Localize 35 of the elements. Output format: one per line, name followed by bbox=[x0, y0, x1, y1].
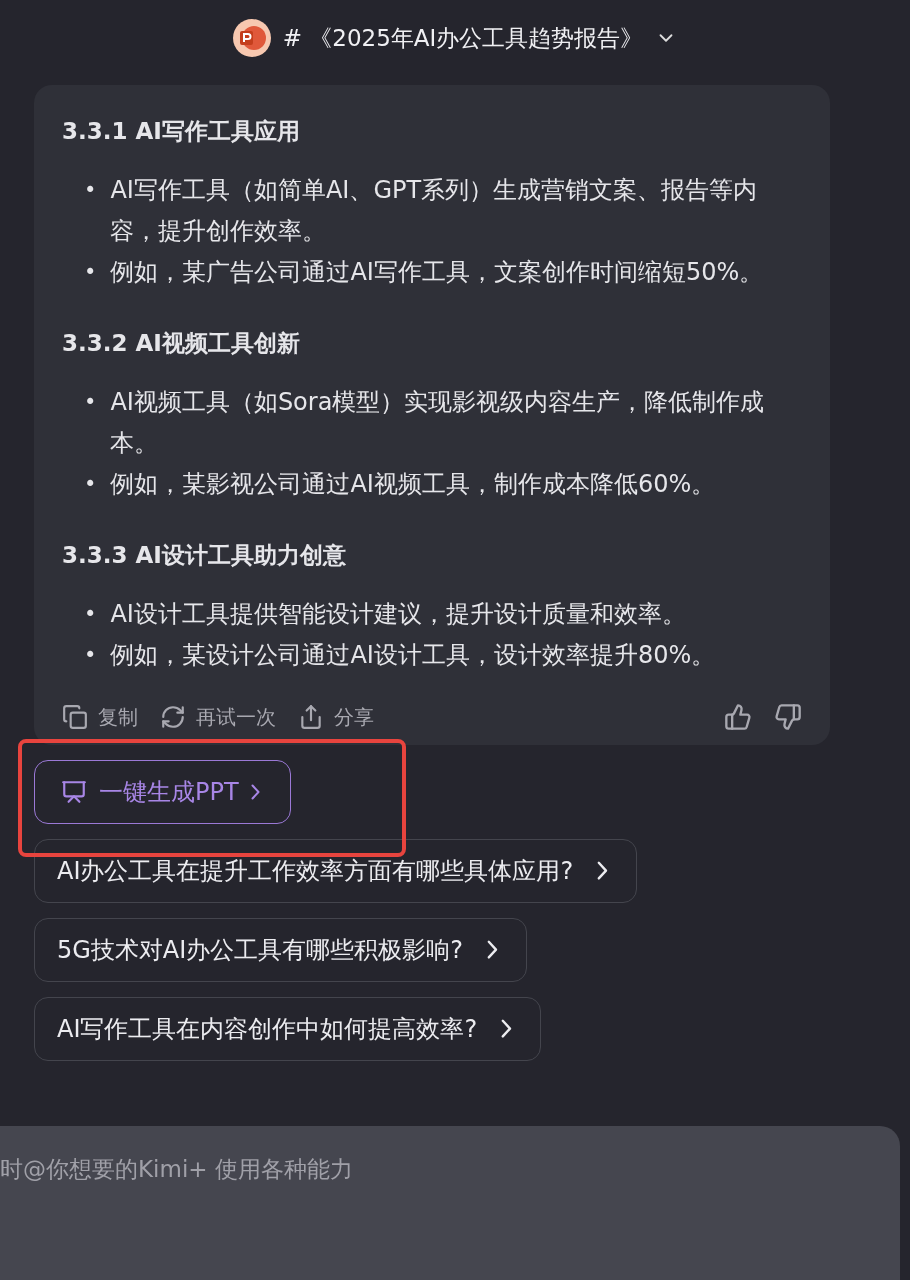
bullet-marker: • bbox=[84, 259, 97, 286]
suggestion-button[interactable]: 5G技术对AI办公工具有哪些积极影响? bbox=[34, 918, 527, 982]
bullet-item: 例如，某广告公司通过AI写作工具，文案创作时间缩短50%。 bbox=[110, 257, 764, 288]
chevron-right-icon bbox=[501, 1019, 513, 1039]
copy-icon bbox=[62, 704, 88, 730]
suggestion-button[interactable]: AI写作工具在内容创作中如何提高效率? bbox=[34, 997, 542, 1061]
retry-icon bbox=[160, 704, 186, 730]
thumbs-down-icon[interactable] bbox=[774, 703, 802, 731]
share-icon bbox=[298, 704, 324, 730]
copy-button[interactable]: 复制 bbox=[62, 703, 138, 731]
presentation-app-icon bbox=[232, 19, 271, 57]
bullet-item: 例如，某影视公司通过AI视频工具，制作成本降低60%。 bbox=[110, 469, 716, 500]
share-button[interactable]: 分享 bbox=[298, 703, 374, 731]
chevron-right-icon bbox=[487, 940, 498, 960]
bullet-item: AI视频工具（如Sora模型）实现影视级内容生产，降低制作成本。 bbox=[110, 387, 766, 459]
retry-button[interactable]: 再试一次 bbox=[160, 703, 276, 731]
thumbs-up-icon[interactable] bbox=[724, 703, 752, 731]
bullet-item: 例如，某设计公司通过AI设计工具，设计效率提升80%。 bbox=[110, 640, 716, 671]
bullet-marker: • bbox=[84, 389, 97, 416]
document-title: # 《2025年AI办公工具趋势报告》 bbox=[282, 23, 644, 53]
chevron-right-icon bbox=[597, 861, 609, 881]
section-heading: 3.3.2 AI视频工具创新 bbox=[62, 330, 301, 356]
bullet-item: AI写作工具（如简单AI、GPT系列）生成营销文案、报告等内容，提升创作效率。 bbox=[110, 175, 759, 247]
section-heading: 3.3.1 AI写作工具应用 bbox=[62, 118, 301, 144]
bullet-marker: • bbox=[84, 601, 97, 628]
presentation-icon bbox=[61, 779, 87, 805]
section-heading: 3.3.3 AI设计工具助力创意 bbox=[62, 542, 347, 568]
generate-ppt-button[interactable]: 一键生成PPT bbox=[34, 760, 291, 824]
bullet-item: AI设计工具提供智能设计建议，提升设计质量和效率。 bbox=[110, 599, 686, 630]
suggestion-button[interactable]: AI办公工具在提升工作效率方面有哪些具体应用? bbox=[34, 839, 638, 903]
bullet-marker: • bbox=[84, 471, 97, 498]
message-input[interactable]: 时@你想要的Kimi+ 使用各种能力 bbox=[0, 1126, 900, 1280]
bullet-marker: • bbox=[84, 642, 97, 669]
bullet-marker: • bbox=[84, 177, 97, 204]
chevron-right-icon bbox=[250, 784, 260, 800]
